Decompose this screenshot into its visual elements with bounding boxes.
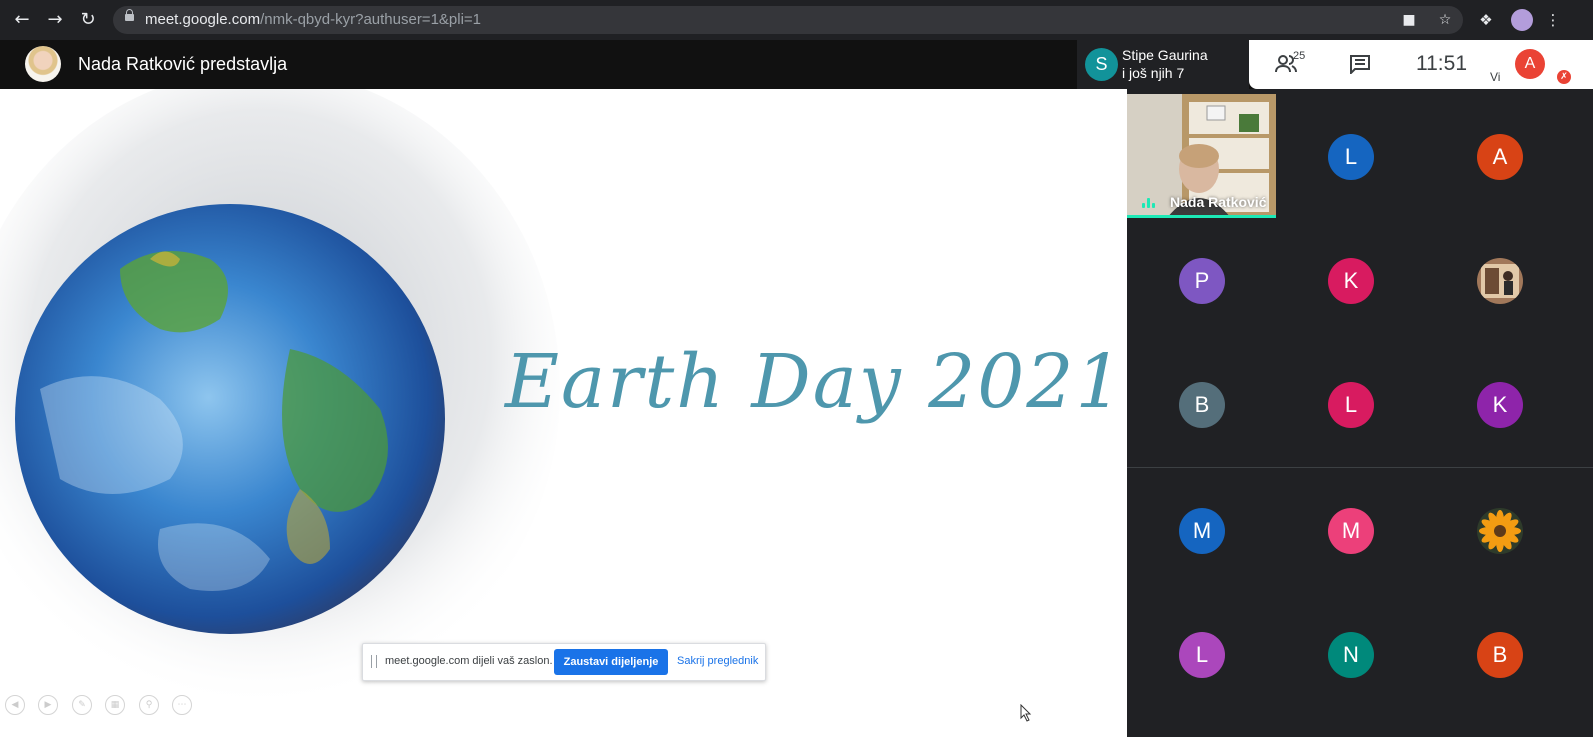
participant-avatar[interactable]: P (1179, 258, 1225, 304)
presenter-title: Nada Ratković predstavlja (78, 54, 288, 74)
presenter-avatar (25, 46, 61, 82)
self-label: Vi (1490, 70, 1501, 84)
back-arrow-icon[interactable]: ← (10, 8, 34, 32)
participant-rail[interactable]: S Stipe Gaurina i još njih 7 (1077, 40, 1249, 89)
address-bar[interactable]: meet.google.com/nmk-qbyd-kyr?authuser=1&… (113, 6, 1463, 34)
participant-photo-avatar[interactable] (1477, 508, 1523, 554)
rail-avatar: S (1085, 48, 1118, 81)
drag-handle[interactable] (371, 655, 377, 668)
self-avatar[interactable]: A (1515, 49, 1545, 79)
pen-icon[interactable]: ✎ (72, 695, 92, 715)
presentation-slide: Earth Day 2021 meet.google.com dijeli va… (0, 89, 1127, 737)
participant-count: 25 (1293, 50, 1306, 62)
hide-browser-link[interactable]: Sakrij preglednik (677, 655, 758, 667)
zoom-icon[interactable]: ⚲ (139, 695, 159, 715)
rail-name: Stipe Gaurina (1122, 47, 1208, 63)
featured-participant-name: Nada Ratković (1170, 194, 1267, 210)
menu-kebab-icon[interactable]: ⋮ (1542, 9, 1564, 31)
url-text: meet.google.com/nmk-qbyd-kyr?authuser=1&… (145, 11, 482, 28)
participant-avatar[interactable]: B (1179, 382, 1225, 428)
slides-icon[interactable]: ▦ (105, 695, 125, 715)
mic-off-icon: ✗ (1557, 70, 1571, 84)
participant-avatar[interactable]: L (1328, 382, 1374, 428)
previous-slide-icon[interactable]: ◀ (5, 695, 25, 715)
profile-avatar[interactable] (1511, 9, 1533, 31)
chat-icon[interactable] (1349, 54, 1371, 74)
mouse-cursor-icon (1020, 704, 1032, 722)
share-message: meet.google.com dijeli vaš zaslon. (385, 655, 553, 667)
next-slide-icon[interactable]: ▶ (38, 695, 58, 715)
grid-divider (1127, 467, 1593, 468)
participant-avatar[interactable]: L (1179, 632, 1225, 678)
participant-avatar[interactable]: B (1477, 632, 1523, 678)
participant-photo-avatar[interactable] (1477, 258, 1523, 304)
participant-avatar[interactable]: N (1328, 632, 1374, 678)
participant-grid: Nada Ratković L A P K B L K M M L N B (1127, 89, 1593, 737)
camera-icon[interactable]: ■ (1399, 10, 1419, 30)
slide-title: Earth Day 2021 (505, 339, 1125, 425)
more-options-icon[interactable]: ⋯ (172, 695, 192, 715)
clock: 11:51 (1416, 52, 1467, 75)
participant-avatar[interactable]: L (1328, 134, 1374, 180)
lock-icon (125, 9, 134, 21)
star-icon[interactable]: ☆ (1435, 10, 1455, 30)
reload-icon[interactable]: ↻ (76, 8, 100, 32)
participant-avatar[interactable]: M (1328, 508, 1374, 554)
featured-participant-tile[interactable]: Nada Ratković (1127, 94, 1276, 218)
participant-avatar[interactable]: M (1179, 508, 1225, 554)
browser-toolbar: ← → ↻ meet.google.com/nmk-qbyd-kyr?authu… (0, 0, 1593, 40)
stop-sharing-button[interactable]: Zaustavi dijeljenje (554, 649, 668, 675)
extensions-icon[interactable]: ❖ (1475, 9, 1497, 31)
rail-more-count: i još njih 7 (1122, 65, 1185, 81)
forward-arrow-icon[interactable]: → (43, 8, 67, 32)
active-speaker-bar (1127, 215, 1276, 218)
speaking-indicator-icon (1142, 198, 1156, 208)
meet-toolbar: 25 11:51 A Vi ✗ (1249, 40, 1593, 89)
screen-share-bar: meet.google.com dijeli vaš zaslon. Zaust… (362, 643, 766, 681)
participant-avatar[interactable]: K (1328, 258, 1374, 304)
earth-globe-illustration (0, 89, 560, 709)
participant-avatar[interactable]: K (1477, 382, 1523, 428)
participant-avatar[interactable]: A (1477, 134, 1523, 180)
